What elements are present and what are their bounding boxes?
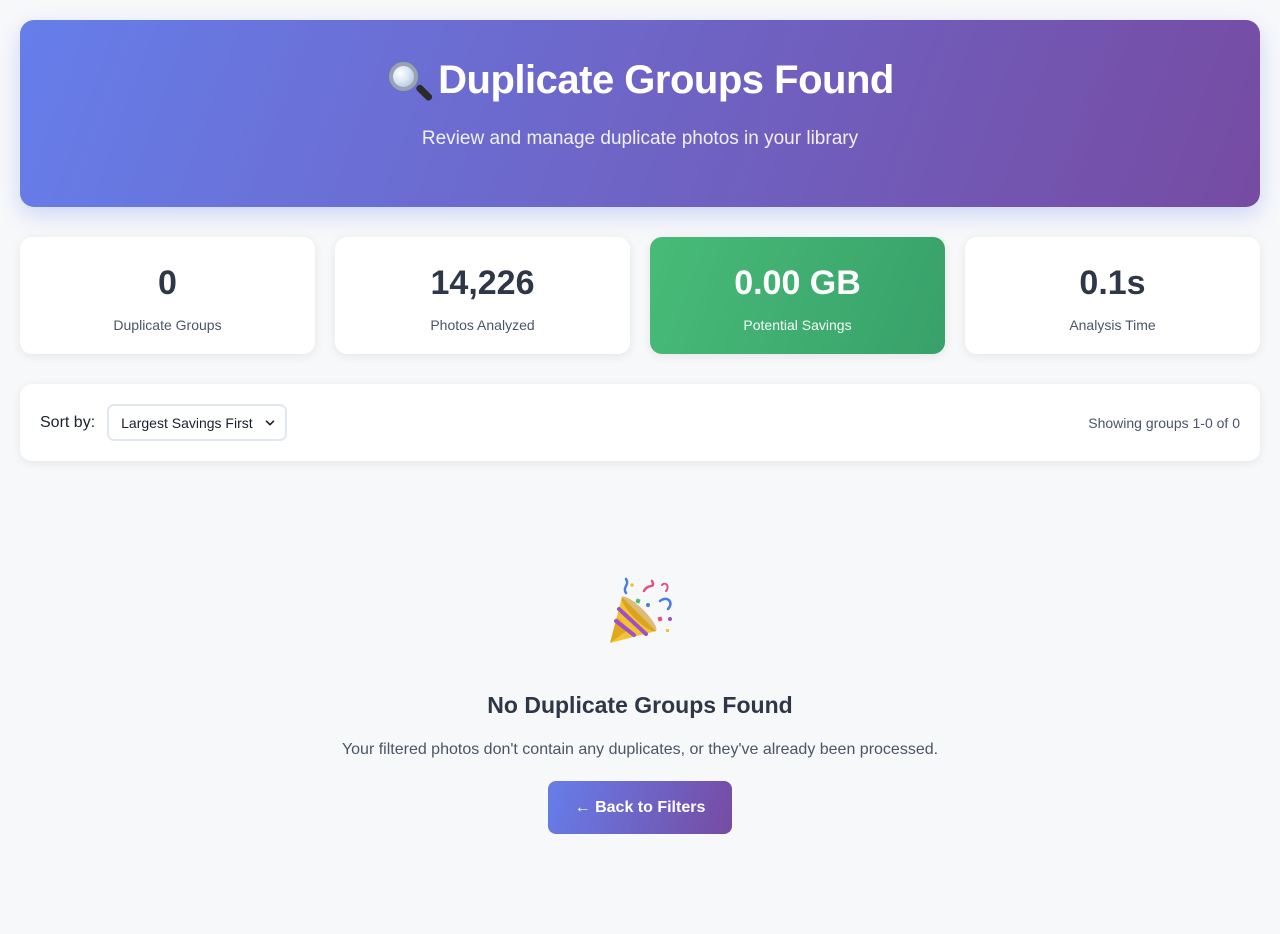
back-to-filters-button[interactable]: ← Back to Filters: [548, 781, 732, 834]
page-title-text: Duplicate Groups Found: [438, 58, 894, 102]
header-banner: Duplicate Groups Found Review and manage…: [20, 20, 1260, 207]
party-popper-icon: [610, 577, 672, 643]
page-subtitle: Review and manage duplicate photos in yo…: [421, 127, 859, 149]
empty-state-message: Your filtered photos don't contain any d…: [341, 741, 939, 758]
sort-select-value: Largest Savings First: [121, 414, 253, 431]
stat-label: Photos Analyzed: [430, 317, 535, 333]
stat-value: 0.1s: [1079, 264, 1146, 302]
stat-value: 0: [158, 264, 177, 302]
stats-row: 0 Duplicate Groups 14,226 Photos Analyze…: [20, 237, 1260, 354]
stat-value: 0.00 GB: [734, 264, 861, 302]
empty-state: No Duplicate Groups Found Your filtered …: [20, 577, 1260, 834]
stat-label: Analysis Time: [1069, 317, 1156, 333]
sort-select[interactable]: Largest Savings First: [107, 404, 288, 441]
stat-card-duplicate-groups: 0 Duplicate Groups: [20, 237, 315, 354]
stat-label: Potential Savings: [743, 317, 852, 333]
empty-state-title: No Duplicate Groups Found: [487, 692, 793, 718]
stat-card-photos-analyzed: 14,226 Photos Analyzed: [335, 237, 630, 354]
stat-value: 14,226: [430, 264, 535, 302]
magnifier-icon: [386, 59, 434, 103]
page-title: Duplicate Groups Found: [386, 58, 894, 103]
stat-card-analysis-time: 0.1s Analysis Time: [965, 237, 1260, 354]
page: Duplicate Groups Found Review and manage…: [0, 0, 1280, 934]
pagination-status: Showing groups 1-0 of 0: [1088, 414, 1240, 431]
sort-label: Sort by:: [40, 413, 96, 431]
sort-toolbar: Sort by: Largest Savings First Showing g…: [20, 384, 1260, 461]
chevron-down-icon: [265, 419, 275, 425]
stat-label: Duplicate Groups: [113, 317, 222, 333]
stat-card-potential-savings: 0.00 GB Potential Savings: [650, 237, 945, 354]
sort-group: Sort by: Largest Savings First: [40, 404, 288, 441]
